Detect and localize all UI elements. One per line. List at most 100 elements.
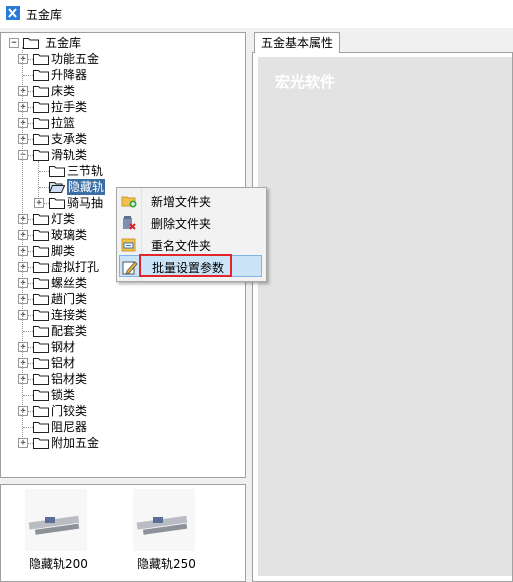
properties-area: 宏光软件 五金基本属性 bbox=[252, 32, 513, 582]
slide-rail-thumbnail[interactable] bbox=[25, 489, 87, 551]
title-bar: 五金库 bbox=[0, 0, 513, 28]
tree-node-label[interactable]: 虚拟打孔 bbox=[51, 259, 99, 275]
expand-icon[interactable]: + bbox=[18, 310, 28, 320]
folder-icon bbox=[33, 230, 49, 241]
tree-node[interactable]: + 铝材类 bbox=[1, 371, 241, 387]
tree-node-label[interactable]: 连接类 bbox=[51, 307, 87, 323]
expand-icon[interactable]: + bbox=[18, 358, 28, 368]
tree-node[interactable]: + 门铰类 bbox=[1, 403, 241, 419]
folder-icon bbox=[33, 134, 49, 145]
tree-node-label[interactable]: 玻璃类 bbox=[51, 227, 87, 243]
tree-node-label[interactable]: 滑轨类 bbox=[51, 147, 87, 163]
tree-guide-line bbox=[22, 47, 23, 443]
expand-icon[interactable]: + bbox=[18, 102, 28, 112]
menu-item-new-folder[interactable]: 新增文件夹 bbox=[119, 190, 262, 212]
folder-icon bbox=[49, 166, 65, 177]
tree-node[interactable]: + 拉手类 bbox=[1, 99, 241, 115]
collapse-icon[interactable]: − bbox=[9, 38, 19, 48]
folder-icon bbox=[33, 342, 49, 353]
highlight-box bbox=[139, 254, 232, 277]
folder-icon bbox=[33, 294, 49, 305]
tree-node[interactable]: 阻尼器 bbox=[1, 419, 241, 435]
expand-icon[interactable]: + bbox=[18, 86, 28, 96]
tree-node-label[interactable]: 附加五金 bbox=[51, 435, 99, 451]
folder-icon bbox=[33, 406, 49, 417]
expand-icon[interactable]: + bbox=[18, 230, 28, 240]
tree-node-label[interactable]: 拉篮 bbox=[51, 115, 75, 131]
tree-node[interactable]: + 功能五金 bbox=[1, 51, 241, 67]
tree-node[interactable]: + 附加五金 bbox=[1, 435, 241, 451]
tree-node-label[interactable]: 三节轨 bbox=[67, 163, 103, 179]
menu-item-label: 新增文件夹 bbox=[151, 195, 212, 209]
folder-icon bbox=[33, 326, 49, 337]
edit-icon bbox=[122, 261, 138, 275]
expand-icon[interactable]: + bbox=[18, 262, 28, 272]
tree-guide-line bbox=[38, 161, 39, 203]
expand-icon[interactable]: + bbox=[18, 54, 28, 64]
folder-icon bbox=[33, 390, 49, 401]
folder-icon bbox=[33, 102, 49, 113]
slide-rail-thumbnail[interactable] bbox=[133, 489, 195, 551]
tree-node-label[interactable]: 床类 bbox=[51, 83, 75, 99]
tree-node-label[interactable]: 灯类 bbox=[51, 211, 75, 227]
folder-icon bbox=[33, 86, 49, 97]
expand-icon[interactable]: + bbox=[18, 134, 28, 144]
collapse-icon[interactable]: − bbox=[18, 150, 28, 160]
tree-node-label[interactable]: 锁类 bbox=[51, 387, 75, 403]
tree-root-label[interactable]: 五金库 bbox=[45, 35, 81, 51]
expand-icon[interactable]: + bbox=[18, 294, 28, 304]
tree-node[interactable]: 升降器 bbox=[1, 67, 241, 83]
folder-icon bbox=[33, 246, 49, 257]
tree-node[interactable]: + 趟门类 bbox=[1, 291, 241, 307]
expand-icon[interactable]: + bbox=[18, 118, 28, 128]
folder-icon bbox=[33, 358, 49, 369]
expand-icon[interactable]: + bbox=[18, 246, 28, 256]
tree-node-label[interactable]: 脚类 bbox=[51, 243, 75, 259]
tree-node-label[interactable]: 配套类 bbox=[51, 323, 87, 339]
folder-icon bbox=[33, 278, 49, 289]
tree-node-label[interactable]: 门铰类 bbox=[51, 403, 87, 419]
tree-node-label[interactable]: 功能五金 bbox=[51, 51, 99, 67]
folder-open-icon bbox=[23, 38, 39, 49]
tree-node[interactable]: + 铝材 bbox=[1, 355, 241, 371]
tree-node-label[interactable]: 阻尼器 bbox=[51, 419, 87, 435]
tree-node[interactable]: + 拉篮 bbox=[1, 115, 241, 131]
tree-node-label[interactable]: 钢材 bbox=[51, 339, 75, 355]
tree-node[interactable]: + 床类 bbox=[1, 83, 241, 99]
expand-icon[interactable]: + bbox=[18, 406, 28, 416]
tree-node-label[interactable]: 骑马抽 bbox=[67, 195, 103, 211]
expand-icon[interactable]: + bbox=[18, 342, 28, 352]
folder-icon bbox=[33, 262, 49, 273]
tree-node-label[interactable]: 螺丝类 bbox=[51, 275, 87, 291]
tree-node-label[interactable]: 升降器 bbox=[51, 67, 87, 83]
menu-item-rename-folder[interactable]: 重名文件夹 bbox=[119, 234, 262, 256]
expand-icon[interactable]: + bbox=[18, 278, 28, 288]
tree-node-label[interactable]: 隐藏轨 bbox=[67, 179, 106, 195]
tree-node[interactable]: − 滑轨类 bbox=[1, 147, 241, 163]
folder-icon bbox=[33, 422, 49, 433]
tree-node[interactable]: 配套类 bbox=[1, 323, 241, 339]
tree-node-label[interactable]: 支承类 bbox=[51, 131, 87, 147]
expand-icon[interactable]: + bbox=[34, 198, 44, 208]
tree-node-label[interactable]: 铝材类 bbox=[51, 371, 87, 387]
tab-basic-properties[interactable]: 五金基本属性 bbox=[254, 32, 340, 53]
menu-item-label: 重名文件夹 bbox=[151, 239, 212, 253]
tree-node[interactable]: + 支承类 bbox=[1, 131, 241, 147]
expand-icon[interactable]: + bbox=[18, 438, 28, 448]
tree-node[interactable]: + 连接类 bbox=[1, 307, 241, 323]
tree-node-label[interactable]: 铝材 bbox=[51, 355, 75, 371]
folder-open-icon bbox=[49, 182, 65, 193]
tree-root[interactable]: − 五金库 bbox=[9, 35, 129, 51]
tree-node[interactable]: + 钢材 bbox=[1, 339, 241, 355]
tree-node-label[interactable]: 拉手类 bbox=[51, 99, 87, 115]
tree-node-label[interactable]: 趟门类 bbox=[51, 291, 87, 307]
tree-node[interactable]: 三节轨 bbox=[1, 163, 241, 179]
expand-icon[interactable]: + bbox=[18, 374, 28, 384]
expand-icon[interactable]: + bbox=[18, 214, 28, 224]
app-icon bbox=[6, 6, 20, 20]
folder-icon bbox=[49, 198, 65, 209]
folder-icon bbox=[33, 374, 49, 385]
tree-node[interactable]: 锁类 bbox=[1, 387, 241, 403]
menu-item-delete-folder[interactable]: 删除文件夹 bbox=[119, 212, 262, 234]
preview-panel: 隐藏轨200 隐藏轨250 bbox=[0, 484, 246, 582]
